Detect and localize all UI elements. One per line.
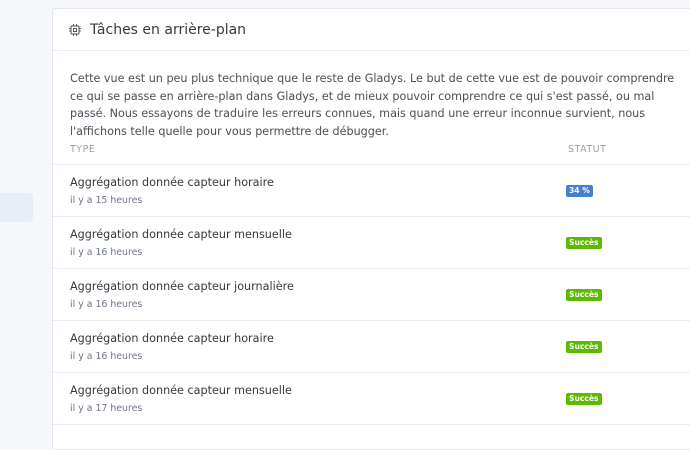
job-type: Aggrégation donnée capteur mensuelle xyxy=(70,228,292,241)
table-header: TYPE STATUT xyxy=(53,138,690,165)
card-header: Tâches en arrière-plan xyxy=(53,9,690,51)
job-time: il y a 16 heures xyxy=(70,299,143,310)
job-type: Aggrégation donnée capteur horaire xyxy=(70,176,274,189)
status-badge: 34 % xyxy=(566,185,593,197)
column-header-status: STATUT xyxy=(568,144,607,155)
jobs-table: TYPE STATUT Aggrégation donnée capteur h… xyxy=(53,138,690,425)
status-badge: Succès xyxy=(566,237,602,249)
job-type: Aggrégation donnée capteur mensuelle xyxy=(70,384,292,397)
job-type: Aggrégation donnée capteur horaire xyxy=(70,332,274,345)
table-row: Aggrégation donnée capteur mensuelle il … xyxy=(53,217,690,269)
table-row: Aggrégation donnée capteur horaire il y … xyxy=(53,321,690,373)
table-row: Aggrégation donnée capteur journalière i… xyxy=(53,269,690,321)
job-type: Aggrégation donnée capteur journalière xyxy=(70,280,294,293)
sidebar xyxy=(0,0,52,432)
sidebar-active-item[interactable] xyxy=(0,193,33,222)
page-title: Tâches en arrière-plan xyxy=(90,21,247,38)
status-badge: Succès xyxy=(566,393,602,405)
background-jobs-card: Tâches en arrière-plan Cette vue est un … xyxy=(52,8,690,450)
job-time: il y a 15 heures xyxy=(70,195,143,206)
table-row: Aggrégation donnée capteur horaire il y … xyxy=(53,165,690,217)
intro-text: Cette vue est un peu plus technique que … xyxy=(70,72,675,138)
table-row: Aggrégation donnée capteur mensuelle il … xyxy=(53,373,690,425)
cpu-icon xyxy=(69,23,81,36)
job-time: il y a 16 heures xyxy=(70,247,143,258)
job-time: il y a 17 heures xyxy=(70,403,143,414)
column-header-type: TYPE xyxy=(70,144,96,155)
status-badge: Succès xyxy=(566,341,602,353)
status-badge: Succès xyxy=(566,289,602,301)
job-time: il y a 16 heures xyxy=(70,351,143,362)
